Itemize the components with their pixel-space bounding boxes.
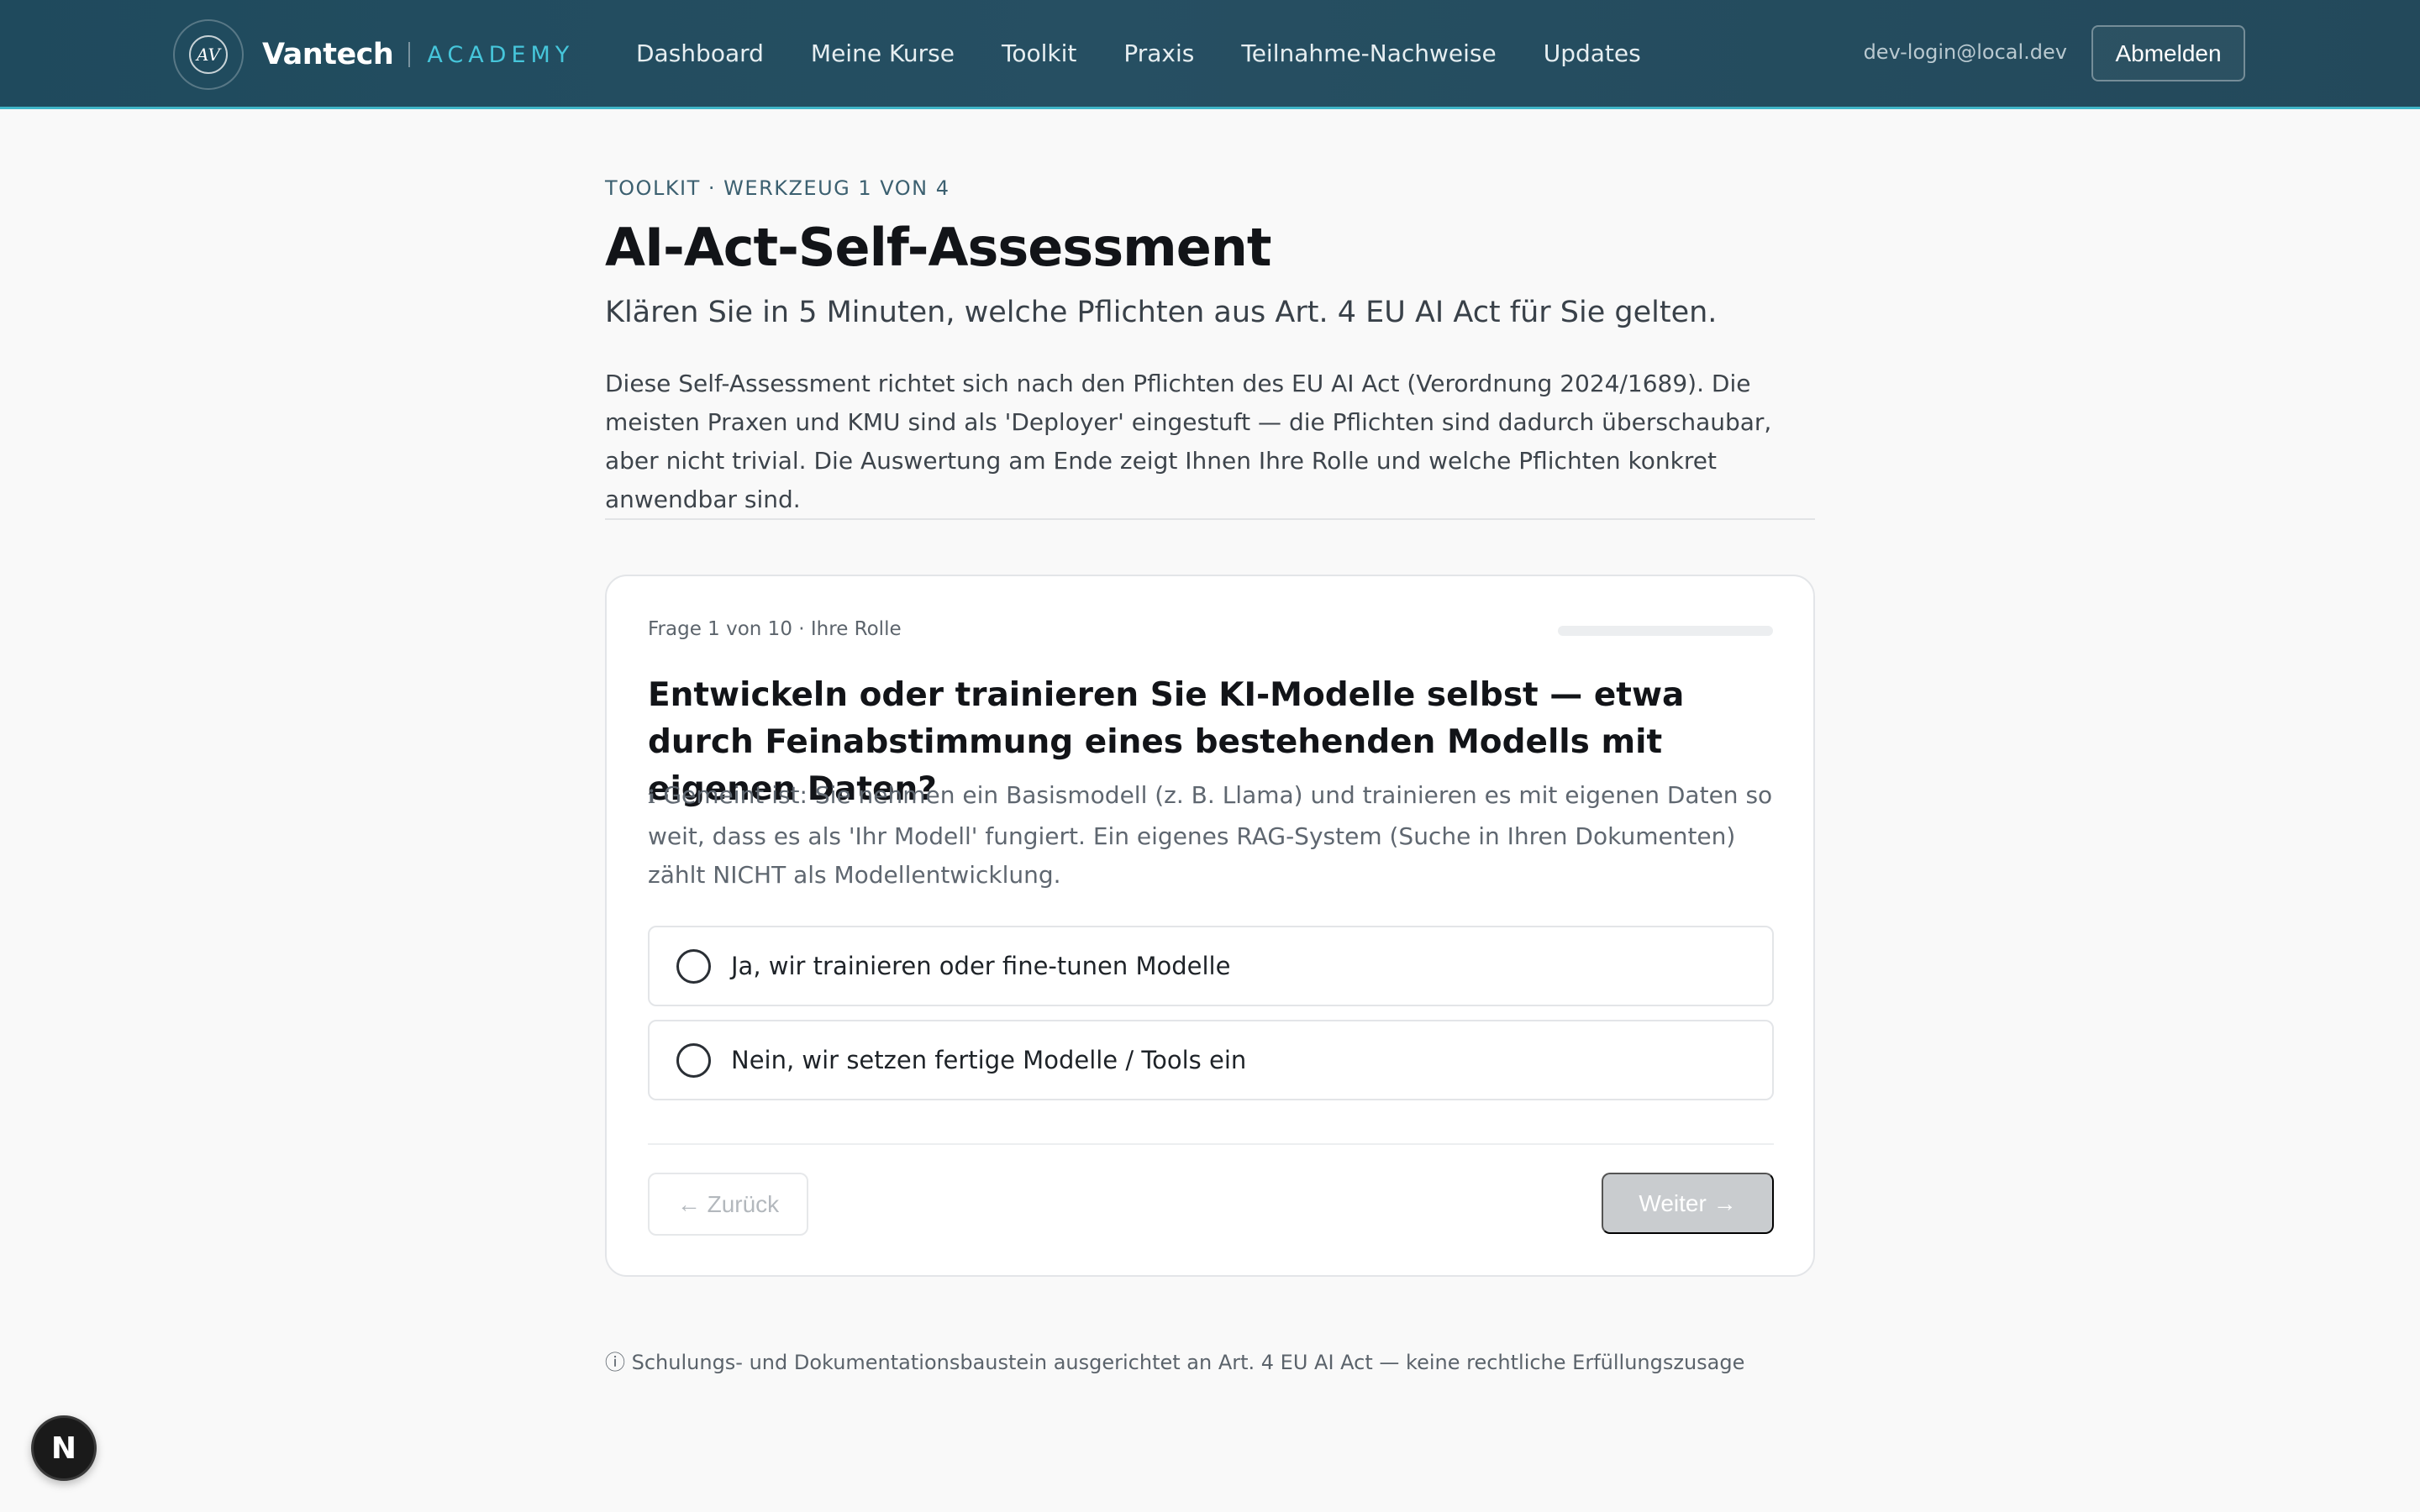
brand-subtitle: ACADEMY: [427, 41, 575, 68]
question-meta: Frage 1 von 10 · Ihre Rolle: [648, 618, 902, 640]
dev-tools-badge[interactable]: N: [31, 1415, 97, 1481]
logo-mark: AV: [189, 35, 228, 74]
logo-icon: AV: [173, 19, 244, 90]
nav-toolkit[interactable]: Toolkit: [1002, 39, 1076, 67]
user-email: dev-login@local.dev: [1863, 40, 2067, 64]
intro-text: Diese Self-Assessment richtet sich nach …: [605, 370, 1772, 513]
info-icon: ℹ: [648, 787, 655, 808]
section-divider: [605, 518, 1815, 520]
main-nav: Dashboard Meine Kurse Toolkit Praxis Tei…: [636, 0, 1688, 107]
answer-option-no[interactable]: Nein, wir setzen fertige Modelle / Tools…: [648, 1020, 1774, 1100]
brand[interactable]: AV Vantech ACADEMY: [173, 18, 574, 91]
brand-name: Vantech: [262, 38, 394, 71]
answer-option-label: Nein, wir setzen fertige Modelle / Tools…: [731, 1046, 1247, 1074]
answer-option-label: Ja, wir trainieren oder fine-tunen Model…: [731, 952, 1231, 980]
nav-praxis[interactable]: Praxis: [1123, 39, 1194, 67]
top-bar: AV Vantech ACADEMY Dashboard Meine Kurse…: [0, 0, 2420, 109]
question-hint: ℹ Gemeint ist: Sie nehmen ein Basismodell…: [648, 776, 1774, 895]
brand-divider: [408, 42, 411, 67]
nav-dashboard[interactable]: Dashboard: [636, 39, 764, 67]
radio-button[interactable]: [676, 948, 711, 984]
radio-button[interactable]: [676, 1042, 711, 1078]
nav-teilnahme-nachweise[interactable]: Teilnahme-Nachweise: [1241, 39, 1496, 67]
hint-text: Gemeint ist: Sie nehmen ein Basismodell …: [648, 781, 1773, 889]
back-button[interactable]: ← Zurück: [648, 1173, 808, 1236]
nav-meine-kurse[interactable]: Meine Kurse: [811, 39, 955, 67]
answer-option-yes[interactable]: Ja, wir trainieren oder fine-tunen Model…: [648, 926, 1774, 1006]
page-subtitle: Klären Sie in 5 Minuten, welche Pflichte…: [605, 296, 1718, 329]
next-button[interactable]: Weiter →: [1602, 1173, 1774, 1234]
footer-disclaimer: ⓘ Schulungs- und Dokumentationsbaustein …: [605, 1351, 1745, 1374]
question-card: Frage 1 von 10 · Ihre Rolle Entwickeln o…: [605, 575, 1815, 1277]
logout-button[interactable]: Abmelden: [2091, 25, 2245, 81]
progress-bar: [1558, 626, 1773, 636]
nav-updates[interactable]: Updates: [1544, 39, 1641, 67]
card-divider: [648, 1143, 1774, 1145]
page-title: AI-Act-Self-Assessment: [605, 217, 1272, 278]
breadcrumb: TOOLKIT · WERKZEUG 1 VON 4: [605, 176, 950, 200]
